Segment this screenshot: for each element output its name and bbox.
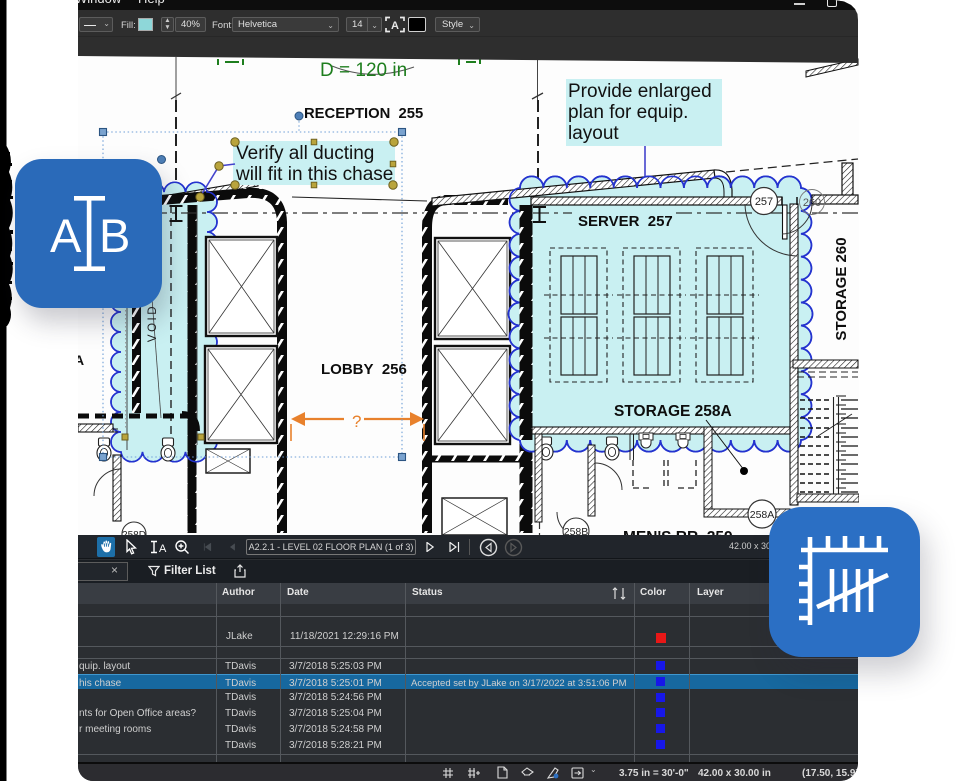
svg-text:VOID: VOID	[147, 304, 159, 342]
svg-text:257: 257	[755, 196, 773, 208]
svg-text:A: A	[391, 20, 399, 32]
svg-text:?: ?	[352, 412, 361, 431]
svg-text:STORAGE 260: STORAGE 260	[833, 237, 850, 340]
svg-text:260: 260	[803, 197, 821, 209]
svg-text:B: B	[99, 209, 130, 262]
svg-text:258B: 258B	[564, 526, 589, 535]
svg-text:Verify all ducting: Verify all ducting	[236, 143, 374, 164]
svg-text:plan for equip.: plan for equip.	[568, 102, 688, 123]
svg-text:STORAGE 258A: STORAGE 258A	[614, 403, 732, 420]
svg-text:D = 120 in: D = 120 in	[320, 60, 407, 81]
svg-text:A: A	[78, 352, 84, 368]
svg-text:RECEPTION 255: RECEPTION 255	[304, 106, 423, 122]
svg-text:A: A	[159, 543, 167, 554]
svg-text:Provide enlarged: Provide enlarged	[568, 81, 712, 102]
svg-text:LOBBY 256: LOBBY 256	[321, 361, 407, 378]
svg-text:layout: layout	[568, 123, 619, 144]
svg-text:SERVER 257: SERVER 257	[578, 213, 673, 230]
svg-text:A: A	[50, 209, 82, 262]
